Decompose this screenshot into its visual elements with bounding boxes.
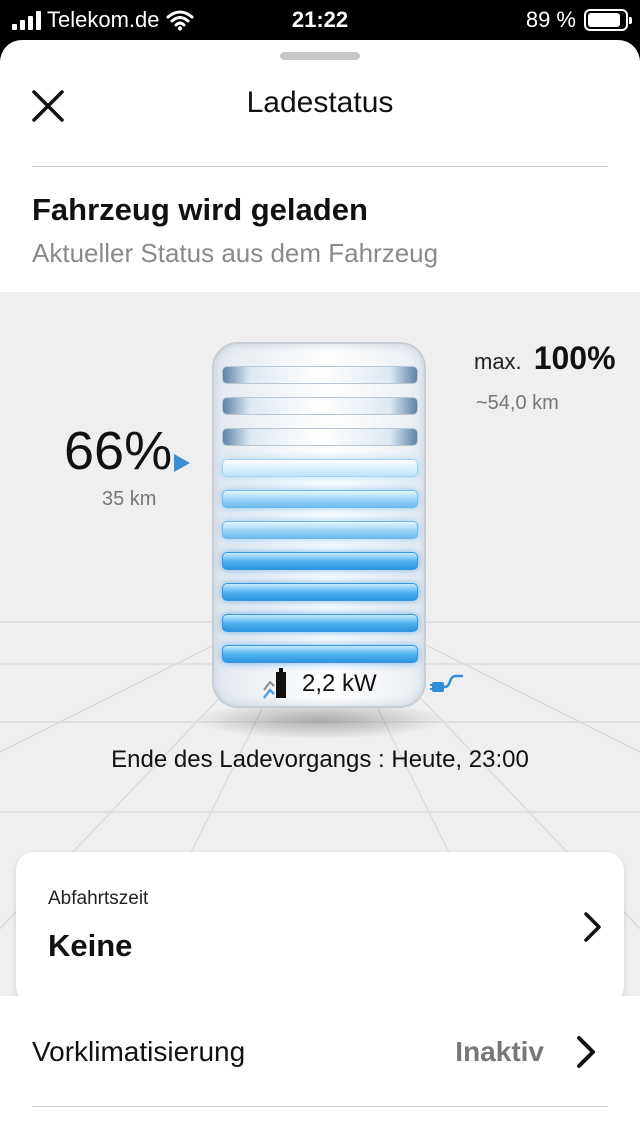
charging-visual-panel: 66% 35 km max. 100% ~54,0 km 2,2 kW Ende… — [0, 292, 640, 996]
battery-percent: 89 % — [525, 7, 576, 32]
battery-segment-empty — [222, 366, 418, 384]
charging-status-title: Fahrzeug wird geladen — [32, 192, 368, 227]
battery-segment-empty — [222, 428, 418, 446]
battery-segment-filled — [222, 583, 418, 601]
chevron-right-icon — [577, 1036, 595, 1068]
divider — [32, 1106, 608, 1107]
chevron-right-icon — [584, 912, 601, 942]
charging-status-sheet: Ladestatus Fahrzeug wird geladen Aktuell… — [0, 40, 640, 1136]
status-bar: Telekom.de 21:22 89 % — [0, 0, 640, 40]
departure-time-label: Abfahrtszeit — [48, 888, 149, 909]
battery-segment-filled — [222, 521, 418, 539]
preconditioning-row[interactable]: Vorklimatisierung Inaktiv — [0, 996, 640, 1136]
sheet-grabber[interactable] — [280, 52, 360, 60]
current-range: 35 km — [102, 488, 157, 510]
preconditioning-label: Vorklimatisierung — [32, 1036, 246, 1067]
preconditioning-status: Inaktiv — [455, 1036, 544, 1067]
departure-time-card[interactable]: Abfahrtszeit Keine — [16, 852, 624, 996]
battery-segment-filled — [222, 459, 418, 477]
plug-icon — [430, 674, 464, 692]
divider — [32, 166, 608, 167]
current-level-marker-icon — [174, 454, 190, 472]
departure-time-value: Keine — [48, 928, 133, 963]
max-charge-percent: 100% — [533, 340, 616, 376]
battery-segment-filled — [222, 552, 418, 570]
battery-segment-filled — [222, 490, 418, 508]
battery-segment-empty — [222, 397, 418, 415]
battery-group: 89 % — [525, 7, 632, 33]
charging-station-icon — [263, 668, 286, 699]
battery-segment-filled — [222, 614, 418, 632]
max-range: ~54,0 km — [476, 392, 559, 414]
battery-segment-filled — [222, 645, 418, 663]
max-charge-group: max. 100% — [474, 340, 616, 377]
charging-power-value: 2,2 kW — [302, 670, 377, 697]
charging-status-subtitle: Aktueller Status aus dem Fahrzeug — [32, 238, 439, 268]
battery-graphic — [212, 342, 426, 708]
current-charge-percent: 66% — [64, 421, 173, 481]
charge-end-time: Ende des Ladevorgangs : Heute, 23:00 — [111, 746, 529, 773]
max-label: max. — [474, 349, 522, 374]
page-title: Ladestatus — [246, 86, 394, 119]
battery-icon — [584, 9, 632, 31]
charging-power: 2,2 kW — [262, 668, 377, 700]
